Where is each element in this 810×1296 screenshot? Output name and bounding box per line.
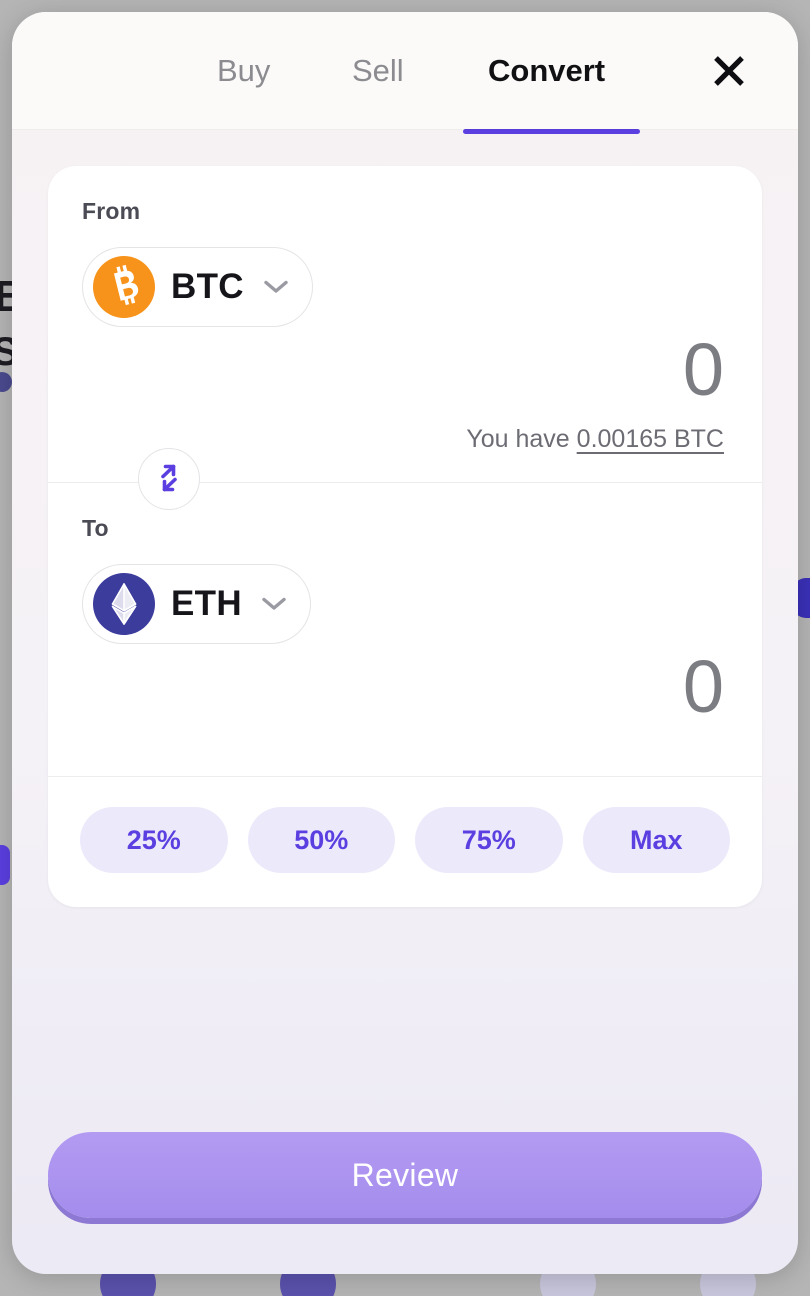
from-balance-line: You have 0.00165 BTC bbox=[48, 407, 762, 454]
ethereum-icon bbox=[93, 573, 155, 635]
tab-sell[interactable]: Sell bbox=[346, 43, 410, 99]
from-asset-symbol: BTC bbox=[171, 267, 244, 306]
to-amount-line: 0 bbox=[48, 650, 762, 724]
balance-prefix-label: You have bbox=[466, 425, 570, 453]
to-label: To bbox=[82, 515, 109, 541]
from-amount-line: 0 bbox=[48, 333, 762, 407]
modal-tabbar: Buy Sell Convert bbox=[12, 12, 798, 134]
review-button-wrapper: Review bbox=[48, 1132, 762, 1218]
tab-convert[interactable]: Convert bbox=[482, 43, 611, 99]
from-amount-input[interactable]: 0 bbox=[82, 333, 724, 407]
from-asset-row: From BTC bbox=[48, 166, 762, 327]
tab-buy[interactable]: Buy bbox=[211, 43, 276, 99]
close-button[interactable] bbox=[702, 44, 756, 98]
background-dot-left bbox=[0, 372, 12, 392]
from-label: From bbox=[82, 198, 141, 224]
from-section: From BTC 0 You have 0.00165 BTC bbox=[48, 166, 762, 482]
from-asset-selector[interactable]: BTC bbox=[82, 247, 313, 327]
swap-direction-button[interactable] bbox=[138, 448, 200, 510]
background-bar-left bbox=[0, 845, 10, 885]
percent-button-50[interactable]: 50% bbox=[247, 807, 395, 873]
percent-button-75[interactable]: 75% bbox=[415, 807, 563, 873]
convert-modal-sheet: Buy Sell Convert From BTC 0 You have 0.0… bbox=[12, 12, 798, 1274]
review-button[interactable]: Review bbox=[48, 1132, 762, 1218]
percent-shortcut-row: 25% 50% 75% Max bbox=[48, 777, 762, 907]
percent-button-25[interactable]: 25% bbox=[80, 807, 228, 873]
bitcoin-icon bbox=[93, 256, 155, 318]
to-amount-input[interactable]: 0 bbox=[82, 650, 724, 724]
to-asset-symbol: ETH bbox=[171, 584, 242, 623]
percent-button-max[interactable]: Max bbox=[582, 807, 730, 873]
close-icon bbox=[710, 52, 748, 90]
chevron-down-icon bbox=[262, 278, 290, 296]
to-section: To ETH 0 bbox=[48, 483, 762, 776]
to-asset-selector[interactable]: ETH bbox=[82, 564, 311, 644]
convert-card: From BTC 0 You have 0.00165 BTC To ETH 0… bbox=[48, 166, 762, 907]
swap-arrows-icon bbox=[152, 461, 186, 498]
modal-body: From BTC 0 You have 0.00165 BTC To ETH 0… bbox=[12, 130, 798, 1274]
chevron-down-icon bbox=[260, 595, 288, 613]
balance-amount-link[interactable]: 0.00165 BTC bbox=[577, 425, 724, 453]
